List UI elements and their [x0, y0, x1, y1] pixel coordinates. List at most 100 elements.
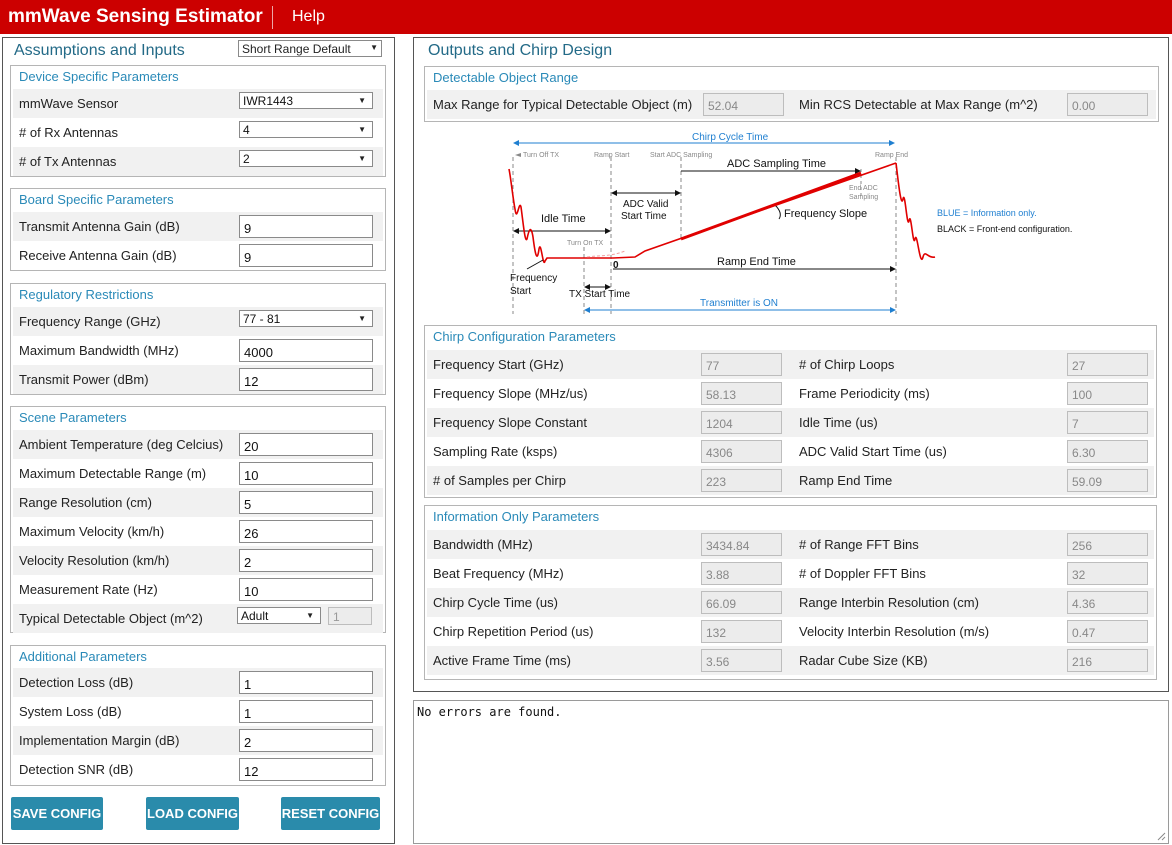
max-range-typical-field: 52.04 [703, 93, 784, 116]
frequency-range-select[interactable]: 77 - 81 ▼ [239, 310, 373, 327]
frequency-range-row: Frequency Range (GHz) 77 - 81 ▼ [13, 307, 383, 336]
mmwave-sensor-label: mmWave Sensor [19, 96, 119, 111]
chevron-down-icon: ▼ [358, 154, 366, 163]
tx-on-ghost [586, 250, 626, 258]
arrow-head-icon [513, 228, 519, 234]
freq-start-pointer [526, 259, 544, 270]
velocity-resolution-input[interactable]: 2 [239, 549, 373, 572]
implementation-margin-input[interactable]: 2 [239, 729, 373, 752]
error-console[interactable]: No errors are found. [413, 700, 1169, 844]
bandwidth-field: 3434.84 [701, 533, 782, 556]
detectable-object-select[interactable]: Adult ▼ [237, 607, 321, 624]
range-fft-bins-label: # of Range FFT Bins [799, 537, 919, 552]
chevron-down-icon: ▼ [358, 96, 366, 105]
range-resolution-label: Range Resolution (cm) [19, 495, 152, 510]
title-separator [272, 6, 273, 29]
save-config-button[interactable]: SAVE CONFIG [11, 797, 103, 830]
rx-gain-label: Receive Antenna Gain (dB) [19, 248, 177, 263]
tx-antennas-select[interactable]: 2 ▼ [239, 150, 373, 167]
ramp-end-label: Ramp End [875, 152, 908, 159]
chirp-config-row: Frequency Slope (MHz/us) 58.13 Frame Per… [427, 379, 1154, 408]
implementation-margin-row: Implementation Margin (dB) 2 [13, 726, 383, 755]
transmitter-on-label: Transmitter is ON [700, 298, 778, 309]
reset-config-button[interactable]: RESET CONFIG [281, 797, 380, 830]
info-row: Chirp Repetition Period (us) 132 Velocit… [427, 617, 1154, 646]
additional-section: Additional Parameters Detection Loss (dB… [10, 645, 386, 786]
chirp-timing-diagram: Chirp Cycle Time Turn Off TX Ramp Start … [508, 132, 1072, 314]
tx-gain-row: Transmit Antenna Gain (dB) 9 [13, 212, 383, 241]
device-params-section: Device Specific Parameters mmWave Sensor… [10, 65, 386, 177]
chirp-config-row: Frequency Slope Constant 1204 Idle Time … [427, 408, 1154, 437]
measurement-rate-row: Measurement Rate (Hz) 10 [13, 575, 383, 604]
range-interbin-field: 4.36 [1067, 591, 1148, 614]
tx-start-time-label: TX Start Time [569, 289, 631, 300]
frequency-range-label: Frequency Range (GHz) [19, 314, 161, 329]
max-velocity-label: Maximum Velocity (km/h) [19, 524, 165, 539]
tx-antennas-value: 2 [243, 152, 250, 166]
legend-blue-label: BLUE = Information only. [937, 208, 1037, 218]
chirp-cycle-time-label: Chirp Cycle Time [692, 132, 769, 143]
end-adc-label-1: End ADC [849, 185, 878, 192]
max-range-typical-label: Max Range for Typical Detectable Object … [433, 97, 693, 112]
chirp-cycle-time-param-label: Chirp Cycle Time (us) [433, 595, 558, 610]
doppler-fft-bins-field: 32 [1067, 562, 1148, 585]
arrow-head-icon [675, 190, 681, 196]
info-params-section: Information Only Parameters Bandwidth (M… [424, 505, 1157, 680]
frequency-start-label-2: Start [510, 286, 531, 297]
transmit-power-row: Transmit Power (dBm) 12 [13, 365, 383, 394]
additional-title: Additional Parameters [19, 649, 147, 664]
chirp-config-row: Sampling Rate (ksps) 4306 ADC Valid Star… [427, 437, 1154, 466]
help-menu[interactable]: Help [292, 8, 325, 26]
detection-snr-input[interactable]: 12 [239, 758, 373, 781]
sampling-rate-label: Sampling Rate (ksps) [433, 444, 558, 459]
load-config-button[interactable]: LOAD CONFIG [146, 797, 239, 830]
samples-per-chirp-field: 223 [701, 469, 782, 492]
tx-gain-input[interactable]: 9 [239, 215, 373, 238]
rx-gain-input[interactable]: 9 [239, 244, 373, 267]
idle-time-label: Idle Time [541, 213, 586, 225]
turn-off-tx-label: Turn Off TX [523, 152, 559, 159]
bandwidth-label: Bandwidth (MHz) [433, 537, 533, 552]
velocity-interbin-field: 0.47 [1067, 620, 1148, 643]
detection-loss-input[interactable]: 1 [239, 671, 373, 694]
frequency-slope-param-label: Frequency Slope (MHz/us) [433, 386, 588, 401]
app-title: mmWave Sensing Estimator [8, 6, 263, 27]
detection-loss-row: Detection Loss (dB) 1 [13, 668, 383, 697]
arrow-head-icon [584, 307, 590, 313]
rx-antennas-select[interactable]: 4 ▼ [239, 121, 373, 138]
system-loss-row: System Loss (dB) 1 [13, 697, 383, 726]
mmwave-sensor-select[interactable]: IWR1443 ▼ [239, 92, 373, 109]
arrow-head-icon [890, 307, 896, 313]
info-row: Active Frame Time (ms) 3.56 Radar Cube S… [427, 646, 1154, 675]
system-loss-input[interactable]: 1 [239, 700, 373, 723]
velocity-interbin-label: Velocity Interbin Resolution (m/s) [799, 624, 990, 639]
scene-title: Scene Parameters [19, 410, 127, 425]
arrow-head-icon [515, 153, 521, 157]
frequency-range-value: 77 - 81 [243, 312, 281, 326]
ambient-temp-input[interactable]: 20 [239, 433, 373, 456]
device-params-title: Device Specific Parameters [19, 69, 179, 84]
detectable-object-label: Typical Detectable Object (m^2) [19, 611, 203, 626]
measurement-rate-input[interactable]: 10 [239, 578, 373, 601]
info-row: Beat Frequency (MHz) 3.88 # of Doppler F… [427, 559, 1154, 588]
chevron-down-icon: ▼ [306, 611, 314, 620]
max-velocity-input[interactable]: 26 [239, 520, 373, 543]
preset-select[interactable]: Short Range Default ▼ [238, 40, 384, 58]
transmit-power-label: Transmit Power (dBm) [19, 372, 149, 387]
adc-valid-start-label: ADC Valid Start Time (us) [799, 444, 947, 459]
ramp-end-time-field: 59.09 [1067, 469, 1148, 492]
resize-grip-icon[interactable] [1156, 831, 1166, 841]
transmit-power-input[interactable]: 12 [239, 368, 373, 391]
max-bandwidth-input[interactable]: 4000 [239, 339, 373, 362]
max-range-input[interactable]: 10 [239, 462, 373, 485]
frequency-slope-label: Frequency Slope [784, 208, 867, 220]
chirp-loops-label: # of Chirp Loops [799, 357, 895, 372]
detectable-range-section: Detectable Object Range Max Range for Ty… [424, 66, 1159, 122]
adc-valid-label-2: Start Time [621, 211, 667, 222]
range-resolution-input[interactable]: 5 [239, 491, 373, 514]
chirp-config-row: Frequency Start (GHz) 77 # of Chirp Loop… [427, 350, 1154, 379]
rx-antennas-row: # of Rx Antennas 4 ▼ [13, 118, 383, 147]
tx-antennas-label: # of Tx Antennas [19, 154, 117, 169]
arrow-head-icon [611, 190, 617, 196]
chirp-repetition-field: 132 [701, 620, 782, 643]
